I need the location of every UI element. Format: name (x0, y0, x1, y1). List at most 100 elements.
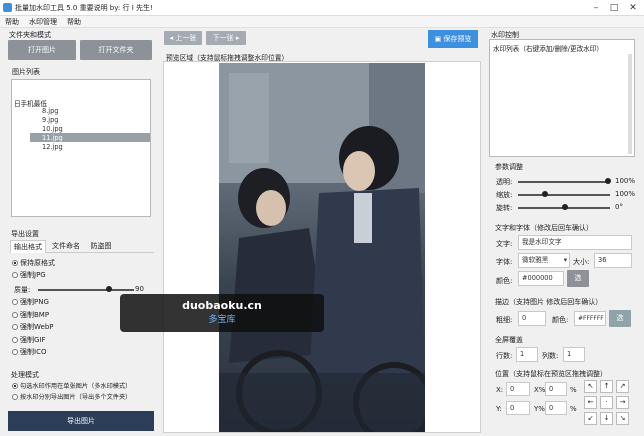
font-size-input[interactable]: 36 (594, 253, 632, 268)
tile-title: 全屏覆盖 (495, 336, 523, 344)
quality-slider-knob[interactable] (106, 286, 112, 292)
maximize-icon[interactable]: □ (606, 2, 622, 14)
y-input[interactable]: 0 (506, 401, 530, 415)
radio-icon (12, 383, 18, 389)
watermark-site: duobaoku.cn (182, 299, 262, 312)
scale-value: 100% (615, 190, 636, 198)
format-webp[interactable]: 强制WebP (12, 322, 53, 332)
menu-item-help-2[interactable]: 帮助 (62, 16, 86, 28)
text-font-title: 文字和字体（修改后回车确认） (495, 224, 593, 232)
rows-input[interactable]: 1 (516, 347, 538, 362)
image-list-tree[interactable]: 日手机最低 8.jpg 9.jpg 10.jpg 11.jpg 12.jpg (11, 79, 151, 217)
prev-button[interactable]: ◂ 上一张 (164, 31, 202, 45)
stroke-width-input[interactable]: 0 (518, 311, 546, 326)
close-icon[interactable]: ✕ (625, 2, 641, 14)
format-ico[interactable]: 强制ICO (12, 347, 46, 357)
process-option-single[interactable]: 勾选水印作用在单张图片（多水印模式） (12, 381, 131, 390)
menu-item-watermark[interactable]: 水印管理 (24, 16, 62, 28)
tab-output-format[interactable]: 输出格式 (10, 240, 46, 253)
stroke-color-label: 颜色: (552, 316, 569, 324)
opacity-slider[interactable] (518, 181, 610, 183)
menu-item-help-1[interactable]: 帮助 (0, 16, 24, 28)
stroke-title: 描边（支持图片 修改后回车确认） (495, 298, 603, 306)
rotate-label: 旋转: (496, 204, 513, 212)
scale-slider[interactable] (518, 194, 610, 196)
tree-file[interactable]: 10.jpg (42, 125, 63, 133)
pos-top-button[interactable]: ↑ (600, 380, 613, 393)
menu-bar: 帮助 水印管理 帮助 (0, 16, 644, 28)
format-bmp[interactable]: 强制BMP (12, 310, 49, 320)
cols-input[interactable]: 1 (563, 347, 585, 362)
save-preview-button[interactable]: ▣ 保存预览 (428, 30, 478, 48)
radio-icon (12, 312, 18, 318)
y-label: Y: (496, 405, 502, 413)
export-button[interactable]: 导出图片 (8, 411, 154, 431)
position-title: 位置（支持鼠标在预览区拖拽调整） (495, 370, 607, 378)
title-bar: 批量加水印工具 5.0 重要说明 by: 行 I 先生! – □ ✕ (0, 0, 644, 16)
radio-icon (12, 260, 18, 266)
radio-icon (12, 324, 18, 330)
watermark-name: 多宝库 (208, 315, 236, 325)
watermark-list-label: 水印列表（右键添加/删除/更改水印） (493, 45, 603, 53)
export-settings-title: 导出设置 (11, 230, 39, 238)
open-image-button[interactable]: 打开图片 (8, 40, 76, 60)
color-label: 颜色: (496, 277, 513, 285)
radio-icon (12, 299, 18, 305)
pos-bottom-button[interactable]: ↓ (600, 412, 613, 425)
quality-slider[interactable] (38, 289, 134, 291)
tree-file-selected[interactable]: 11.jpg (42, 134, 63, 142)
watermark-text-input[interactable]: 我是水印文字 (518, 235, 632, 250)
x-percent-input[interactable]: 0 (545, 382, 567, 396)
app-icon (3, 3, 12, 12)
scale-slider-knob[interactable] (542, 191, 548, 197)
stroke-width-label: 粗细: (496, 316, 513, 324)
format-png[interactable]: 强制PNG (12, 297, 49, 307)
rows-label: 行数: (496, 352, 513, 360)
opacity-label: 透明: (496, 178, 513, 186)
y-percent-sign: % (570, 405, 577, 413)
opacity-value: 100% (615, 177, 636, 185)
text-color-input[interactable]: #000000 (518, 271, 564, 286)
pos-bottom-left-button[interactable]: ↙ (584, 412, 597, 425)
text-label: 文字: (496, 240, 513, 248)
tree-file[interactable]: 8.jpg (42, 107, 59, 115)
rotate-value: 0° (615, 203, 623, 211)
pos-center-button[interactable]: · (600, 396, 613, 409)
watermark-list[interactable]: 水印列表（右键添加/删除/更改水印） (489, 39, 635, 157)
x-percent-sign: % (570, 386, 577, 394)
format-gif[interactable]: 强制GIF (12, 335, 46, 345)
x-label: X: (496, 386, 504, 394)
open-folder-button[interactable]: 打开文件夹 (80, 40, 152, 60)
format-jpg[interactable]: 强制JPG (12, 270, 46, 280)
process-option-multi[interactable]: 按水印分别导出图片（导出多个文件夹） (12, 392, 131, 401)
minimize-icon[interactable]: – (588, 2, 604, 14)
pos-top-left-button[interactable]: ↖ (584, 380, 597, 393)
x-input[interactable]: 0 (506, 382, 530, 396)
radio-icon (12, 394, 18, 400)
pos-bottom-right-button[interactable]: ↘ (616, 412, 629, 425)
tab-file-naming[interactable]: 文件命名 (48, 240, 84, 253)
quality-value: 90 (135, 285, 144, 293)
pos-right-button[interactable]: → (616, 396, 629, 409)
stroke-color-input[interactable]: #FFFFFF (574, 311, 606, 326)
text-color-picker-button[interactable]: 选 (567, 270, 589, 287)
file-mode-title: 文件夹和模式 (9, 31, 51, 39)
tree-file[interactable]: 9.jpg (42, 116, 59, 124)
tab-anti-theft[interactable]: 防盗图 (86, 240, 116, 253)
chevron-down-icon: ▾ (563, 256, 567, 264)
stroke-color-picker-button[interactable]: 选 (609, 310, 631, 327)
y-percent-input[interactable]: 0 (545, 401, 567, 415)
next-button[interactable]: 下一张 ▸ (206, 31, 246, 45)
quality-label: 质量: (14, 286, 31, 294)
rotate-slider-knob[interactable] (562, 204, 568, 210)
opacity-slider-knob[interactable] (605, 178, 611, 184)
preview-photo-illustration (219, 63, 425, 432)
font-select[interactable]: 微软雅黑 ▾ (518, 253, 570, 268)
preview-image[interactable] (219, 63, 425, 432)
scrollbar[interactable] (628, 54, 632, 154)
radio-icon (12, 272, 18, 278)
format-keep[interactable]: 保持原格式 (12, 258, 55, 268)
pos-left-button[interactable]: ← (584, 396, 597, 409)
tree-file[interactable]: 12.jpg (42, 143, 63, 151)
pos-top-right-button[interactable]: ↗ (616, 380, 629, 393)
